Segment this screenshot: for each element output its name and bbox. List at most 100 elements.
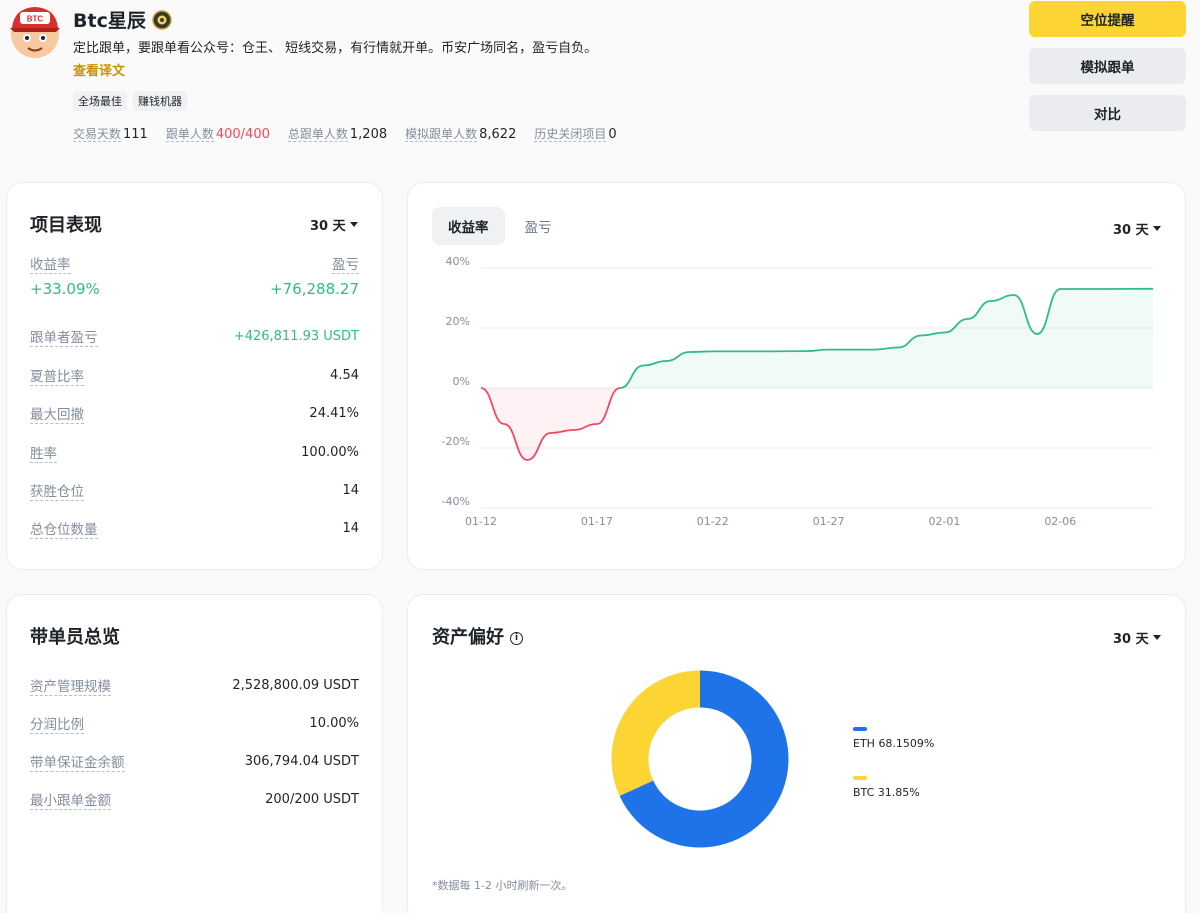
chart-period-select[interactable]: 30 天 (1113, 219, 1161, 238)
perf-row-value: 4.54 (330, 368, 359, 383)
perf-row-value: 14 (342, 483, 359, 498)
perf-row: 最大回撤 24.41% (30, 403, 359, 424)
perf-row-label: 胜率 (30, 442, 57, 463)
tag-badge: 赚钱机器 (133, 91, 187, 111)
stat-value: 111 (123, 127, 148, 142)
tab-roi[interactable]: 收益率 (432, 207, 505, 245)
overview-title: 带单员总览 (30, 627, 120, 648)
performance-head: 收益率 盈亏 (30, 253, 359, 274)
chevron-down-icon (1152, 226, 1161, 231)
mock-copy-button[interactable]: 模拟跟单 (1029, 48, 1186, 84)
overview-row: 带单保证金余额 306,794.04 USDT (30, 751, 359, 772)
avatar: BTC (10, 7, 60, 58)
trader-name-row: Btc星辰 (73, 6, 172, 33)
legend-swatch (853, 776, 867, 780)
legend-label: ETH 68.1509% (853, 737, 935, 750)
trader-stats: 交易天数 111 跟单人数 400/400 总跟单人数 1,208 模拟跟单人数 8,6… (73, 125, 617, 142)
stat-label: 跟单人数 (165, 127, 214, 142)
y-tick-label: -40% (442, 495, 470, 508)
period-label: 30 天 (1113, 223, 1149, 238)
overview-row-label: 资产管理规模 (30, 675, 111, 696)
perf-row: 跟单者盈亏 +426,811.93 USDT (30, 326, 359, 347)
x-tick-label: 01-12 (465, 515, 497, 528)
stat-value: 8,622 (479, 127, 517, 142)
overview-row-label: 带单保证金余额 (30, 751, 125, 772)
tab-pnl[interactable]: 盈亏 (509, 207, 568, 245)
x-tick-label: 02-06 (1044, 515, 1076, 528)
overview-row-label: 最小跟单金额 (30, 789, 111, 810)
donut-slice-btc (611, 670, 701, 796)
stat-label: 交易天数 (73, 127, 122, 142)
roi-value: +33.09% (30, 280, 100, 298)
period-label: 30 天 (310, 219, 346, 234)
perf-row: 获胜仓位 14 (30, 480, 359, 501)
perf-row: 胜率 100.00% (30, 442, 359, 463)
performance-period-select[interactable]: 30 天 (310, 215, 358, 234)
asset-preference-title-text: 资产偏好 (432, 627, 504, 648)
stat-value: 400/400 (215, 127, 270, 142)
overview-row-label: 分润比例 (30, 713, 84, 734)
stat-label: 总跟单人数 (287, 127, 348, 142)
perf-row-value: 24.41% (309, 406, 359, 421)
trader-tags: 全场最佳 赚钱机器 (73, 91, 187, 111)
legend-label: BTC 31.85% (853, 786, 920, 799)
asset-preference-title: 资产偏好 i (432, 623, 523, 649)
legend-swatch (853, 727, 867, 731)
stat-value: 0 (608, 127, 617, 142)
y-tick-label: 40% (446, 255, 470, 268)
perf-row-value: 14 (342, 521, 359, 536)
overview-card: 带单员总览 资产管理规模 2,528,800.09 USDT 分润比例 10.00%… (6, 594, 383, 913)
x-tick-label: 01-27 (813, 515, 845, 528)
performance-card: 项目表现 30 天 收益率 盈亏 +33.09% +76,288.27 跟单者盈… (6, 182, 383, 570)
perf-row-value: 100.00% (301, 445, 359, 460)
roi-chart-card: 收益率 盈亏 30 天 40% 20% 0% -20% -40% 01-12 01-17 01… (407, 182, 1186, 570)
asset-preference-card: 资产偏好 i 30 天 ETH 68.1509% BTC 31.85% *数据每 … (407, 594, 1186, 913)
perf-row-label: 获胜仓位 (30, 480, 84, 501)
stat-value: 1,208 (349, 127, 388, 142)
x-tick-label: 02-01 (928, 515, 960, 528)
compare-button[interactable]: 对比 (1029, 95, 1186, 131)
y-tick-label: 20% (446, 315, 470, 328)
stat-label: 模拟跟单人数 (405, 127, 478, 142)
pnl-value: +76,288.27 (270, 280, 359, 298)
stat-label: 历史关闭项目 (534, 127, 607, 142)
perf-row-label: 跟单者盈亏 (30, 326, 98, 347)
x-tick-label: 01-22 (697, 515, 729, 528)
roi-label: 收益率 (30, 253, 71, 274)
negative-area (481, 388, 621, 460)
overview-row: 资产管理规模 2,528,800.09 USDT (30, 675, 359, 696)
refresh-note: *数据每 1-2 小时刷新一次。 (432, 879, 573, 892)
y-tick-label: 0% (453, 375, 470, 388)
vacancy-alert-button[interactable]: 空位提醒 (1029, 1, 1186, 37)
perf-row-value: +426,811.93 USDT (233, 329, 359, 344)
x-tick-label: 01-17 (581, 515, 613, 528)
performance-title: 项目表现 (30, 215, 102, 236)
chart-tabs: 收益率 盈亏 (432, 207, 568, 245)
perf-row-label: 总仓位数量 (30, 518, 98, 539)
trader-name: Btc星辰 (73, 10, 146, 32)
perf-row-label: 夏普比率 (30, 365, 84, 386)
performance-values: +33.09% +76,288.27 (30, 280, 359, 298)
verified-badge-icon (152, 9, 172, 30)
overview-row: 最小跟单金额 200/200 USDT (30, 789, 359, 810)
asset-period-select[interactable]: 30 天 (1113, 628, 1161, 647)
perf-row-label: 最大回撤 (30, 403, 84, 424)
overview-row-value: 10.00% (309, 716, 359, 731)
info-icon[interactable]: i (510, 631, 523, 645)
trader-bio: 定比跟单，要跟单看公众号：仓王、 短线交易，有行情就开单。币安广场同名，盈亏自负… (73, 41, 598, 56)
positive-line (619, 287, 1154, 389)
y-tick-label: -20% (442, 435, 470, 448)
overview-row-value: 306,794.04 USDT (244, 754, 359, 769)
perf-row: 夏普比率 4.54 (30, 365, 359, 386)
legend-eth: ETH 68.1509% (853, 727, 934, 750)
legend-btc: BTC 31.85% (853, 776, 920, 799)
positive-area (620, 288, 1153, 388)
chevron-down-icon (349, 222, 358, 227)
asset-donut-chart (611, 670, 789, 848)
overview-row: 分润比例 10.00% (30, 713, 359, 734)
overview-row-value: 2,528,800.09 USDT (232, 678, 359, 693)
perf-row: 总仓位数量 14 (30, 518, 359, 539)
translate-link[interactable]: 查看译文 (73, 60, 125, 79)
pnl-label: 盈亏 (332, 253, 359, 274)
overview-row-value: 200/200 USDT (265, 792, 359, 807)
